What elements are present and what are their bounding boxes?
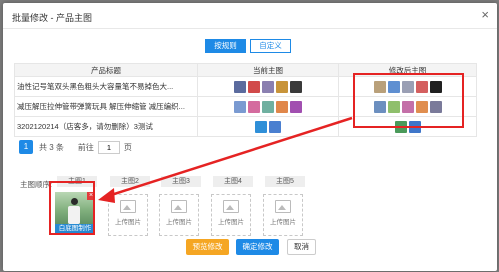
after-images-cell <box>338 76 477 97</box>
page-input[interactable] <box>97 140 120 154</box>
slot-4: 主图4 上传图片 <box>211 176 253 236</box>
slot-5: 主图5 上传图片 <box>263 176 305 236</box>
image-thumbnail[interactable] <box>401 100 414 113</box>
upload-box-3[interactable]: 上传图片 <box>159 194 199 236</box>
image-thumbnail[interactable] <box>373 100 386 113</box>
delete-icon[interactable]: × <box>87 192 95 200</box>
image-thumbnail[interactable] <box>387 80 400 93</box>
white-bg-make-button[interactable]: 白底图制作 <box>55 224 95 234</box>
batch-edit-dialog: 批量修改 - 产品主图 × 按规则 自定义 产品标题 当前主图 修改后主图 油性… <box>3 3 497 271</box>
slot-3: 主图3 上传图片 <box>159 176 201 236</box>
upload-box-2[interactable]: 上传图片 <box>108 194 148 236</box>
image-thumbnail[interactable] <box>269 120 281 133</box>
image-thumbnail[interactable] <box>276 100 288 113</box>
current-images-cell <box>197 76 339 97</box>
slot-tab-2[interactable]: 主图2 <box>110 176 150 187</box>
slot-tab-4[interactable]: 主图4 <box>213 176 253 187</box>
header-product-title: 产品标题 <box>14 63 198 77</box>
image-thumbnail[interactable] <box>429 80 442 93</box>
image-thumbnail[interactable] <box>290 100 302 113</box>
image-thumbnail[interactable] <box>276 80 288 93</box>
image-thumbnail[interactable] <box>401 80 414 93</box>
product-title-cell: 减压解压拉伸管带弹簧玩具 解压伸缩管 减压编织... <box>14 96 198 117</box>
image-thumbnail[interactable] <box>429 100 442 113</box>
upload-label: 上传图片 <box>115 219 141 226</box>
slot-tab-3[interactable]: 主图3 <box>161 176 201 187</box>
slot-tab-5[interactable]: 主图5 <box>265 176 305 187</box>
total-count: 共 3 条 <box>39 142 64 152</box>
product-table: 产品标题 当前主图 修改后主图 油性记号笔双头黑色粗头大容量笔不易掉色大... 减… <box>14 63 477 137</box>
after-images-cell <box>338 96 477 117</box>
product-title-cell: 3202120214（店客多，请勿删除）3测试 <box>14 116 198 137</box>
image-thumbnail[interactable] <box>248 80 260 93</box>
product-title-cell: 油性记号笔双头黑色粗头大容量笔不易掉色大... <box>14 76 198 97</box>
header-after-image: 修改后主图 <box>338 63 477 77</box>
image-thumbnail[interactable] <box>262 100 274 113</box>
image-thumbnail[interactable] <box>408 120 421 133</box>
header-current-image: 当前主图 <box>197 63 339 77</box>
cancel-button[interactable]: 取消 <box>287 239 316 255</box>
table-row: 3202120214（店客多，请勿删除）3测试 <box>14 116 477 137</box>
main-image-order-label: 主图顺序: <box>20 180 53 189</box>
image-thumbnail[interactable] <box>415 80 428 93</box>
dialog-header: 批量修改 - 产品主图 × <box>3 3 497 29</box>
table-row: 减压解压拉伸管带弹簧玩具 解压伸缩管 减压编织... <box>14 96 477 117</box>
model-photo <box>67 198 81 224</box>
goto-label: 前往 <box>77 142 94 152</box>
slot-2: 主图2 上传图片 <box>108 176 150 236</box>
upload-label: 上传图片 <box>166 219 192 226</box>
image-thumbnail[interactable] <box>255 120 267 133</box>
tab-custom[interactable]: 自定义 <box>250 39 291 53</box>
image-thumbnail[interactable] <box>373 80 386 93</box>
upload-box-4[interactable]: 上传图片 <box>211 194 251 236</box>
upload-label: 上传图片 <box>218 219 244 226</box>
image-thumbnail[interactable] <box>394 120 407 133</box>
dialog-title: 批量修改 - 产品主图 <box>12 13 92 23</box>
image-placeholder-icon <box>275 200 291 213</box>
confirm-button[interactable]: 确定修改 <box>236 239 279 255</box>
image-thumbnail[interactable] <box>248 100 260 113</box>
image-thumbnail[interactable] <box>234 100 246 113</box>
pagination: 1 共 3 条 前往 页 <box>19 140 132 154</box>
close-icon[interactable]: × <box>481 8 489 22</box>
image-placeholder-icon <box>120 200 136 213</box>
image-thumbnail[interactable] <box>387 100 400 113</box>
page-suffix: 页 <box>123 142 132 152</box>
slot-1: 主图1 <box>57 176 97 187</box>
image-thumbnail[interactable] <box>234 80 246 93</box>
slot-tab-1[interactable]: 主图1 <box>57 176 97 187</box>
image-placeholder-icon <box>223 200 239 213</box>
preview-button[interactable]: 预览修改 <box>186 239 229 255</box>
image-placeholder-icon <box>171 200 187 213</box>
page-button-current[interactable]: 1 <box>19 140 33 154</box>
main-image-1-thumbnail[interactable]: × 白底图制作 <box>55 192 95 234</box>
upload-label: 上传图片 <box>270 219 296 226</box>
tab-by-rule[interactable]: 按规则 <box>205 39 246 53</box>
image-thumbnail[interactable] <box>290 80 302 93</box>
mode-tabs: 按规则 自定义 <box>205 39 291 53</box>
current-images-cell <box>197 116 339 137</box>
upload-box-5[interactable]: 上传图片 <box>263 194 303 236</box>
after-images-cell <box>338 116 477 137</box>
table-row: 油性记号笔双头黑色粗头大容量笔不易掉色大... <box>14 76 477 97</box>
image-thumbnail[interactable] <box>415 100 428 113</box>
image-thumbnail[interactable] <box>262 80 274 93</box>
current-images-cell <box>197 96 339 117</box>
